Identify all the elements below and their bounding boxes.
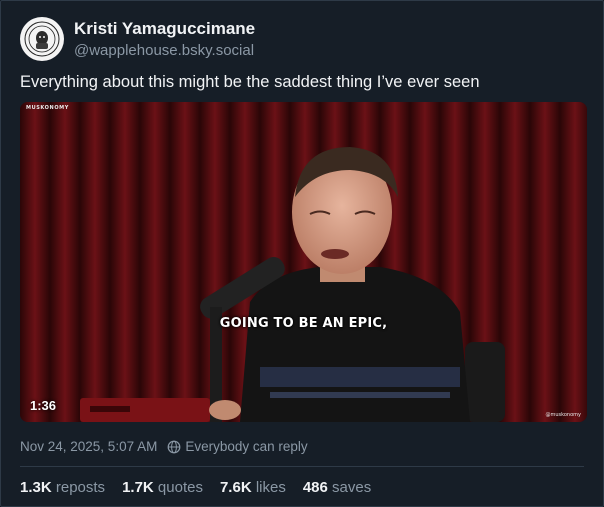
timestamp[interactable]: Nov 24, 2025, 5:07 AM bbox=[20, 439, 157, 454]
avatar[interactable] bbox=[20, 17, 64, 61]
saves-stat[interactable]: 486 saves bbox=[303, 479, 371, 496]
globe-icon bbox=[167, 440, 181, 454]
video-watermark-top: MUSKONOMY bbox=[26, 105, 69, 111]
video-player[interactable]: MUSKONOMY GOING TO BE AN EPIC, 1:36 @mus… bbox=[20, 102, 587, 422]
post-text: Everything about this might be the sadde… bbox=[20, 73, 480, 91]
video-thumbnail bbox=[20, 102, 587, 422]
divider bbox=[20, 466, 584, 467]
video-watermark-bottom: @muskonomy bbox=[545, 412, 581, 418]
quotes-count: 1.7K bbox=[122, 479, 154, 496]
quotes-stat[interactable]: 1.7K quotes bbox=[122, 479, 203, 496]
likes-stat[interactable]: 7.6K likes bbox=[220, 479, 286, 496]
handle[interactable]: @wapplehouse.bsky.social bbox=[74, 42, 254, 59]
quotes-label: quotes bbox=[157, 479, 203, 496]
engagement-stats: 1.3K reposts 1.7K quotes 7.6K likes 486 … bbox=[20, 479, 388, 496]
saves-label: saves bbox=[332, 479, 372, 496]
reply-setting[interactable]: Everybody can reply bbox=[185, 439, 307, 454]
post-card: Kristi Yamaguccimane @wapplehouse.bsky.s… bbox=[0, 0, 604, 507]
post-meta: Nov 24, 2025, 5:07 AM Everybody can repl… bbox=[20, 439, 308, 454]
display-name[interactable]: Kristi Yamaguccimane bbox=[74, 19, 255, 39]
reposts-count: 1.3K bbox=[20, 479, 52, 496]
video-subtitle: GOING TO BE AN EPIC, bbox=[219, 316, 388, 331]
saves-count: 486 bbox=[302, 479, 328, 496]
reposts-stat[interactable]: 1.3K reposts bbox=[20, 479, 105, 496]
reposts-label: reposts bbox=[55, 479, 106, 496]
likes-count: 7.6K bbox=[219, 479, 252, 496]
video-duration: 1:36 bbox=[30, 398, 57, 413]
likes-label: likes bbox=[255, 479, 286, 496]
